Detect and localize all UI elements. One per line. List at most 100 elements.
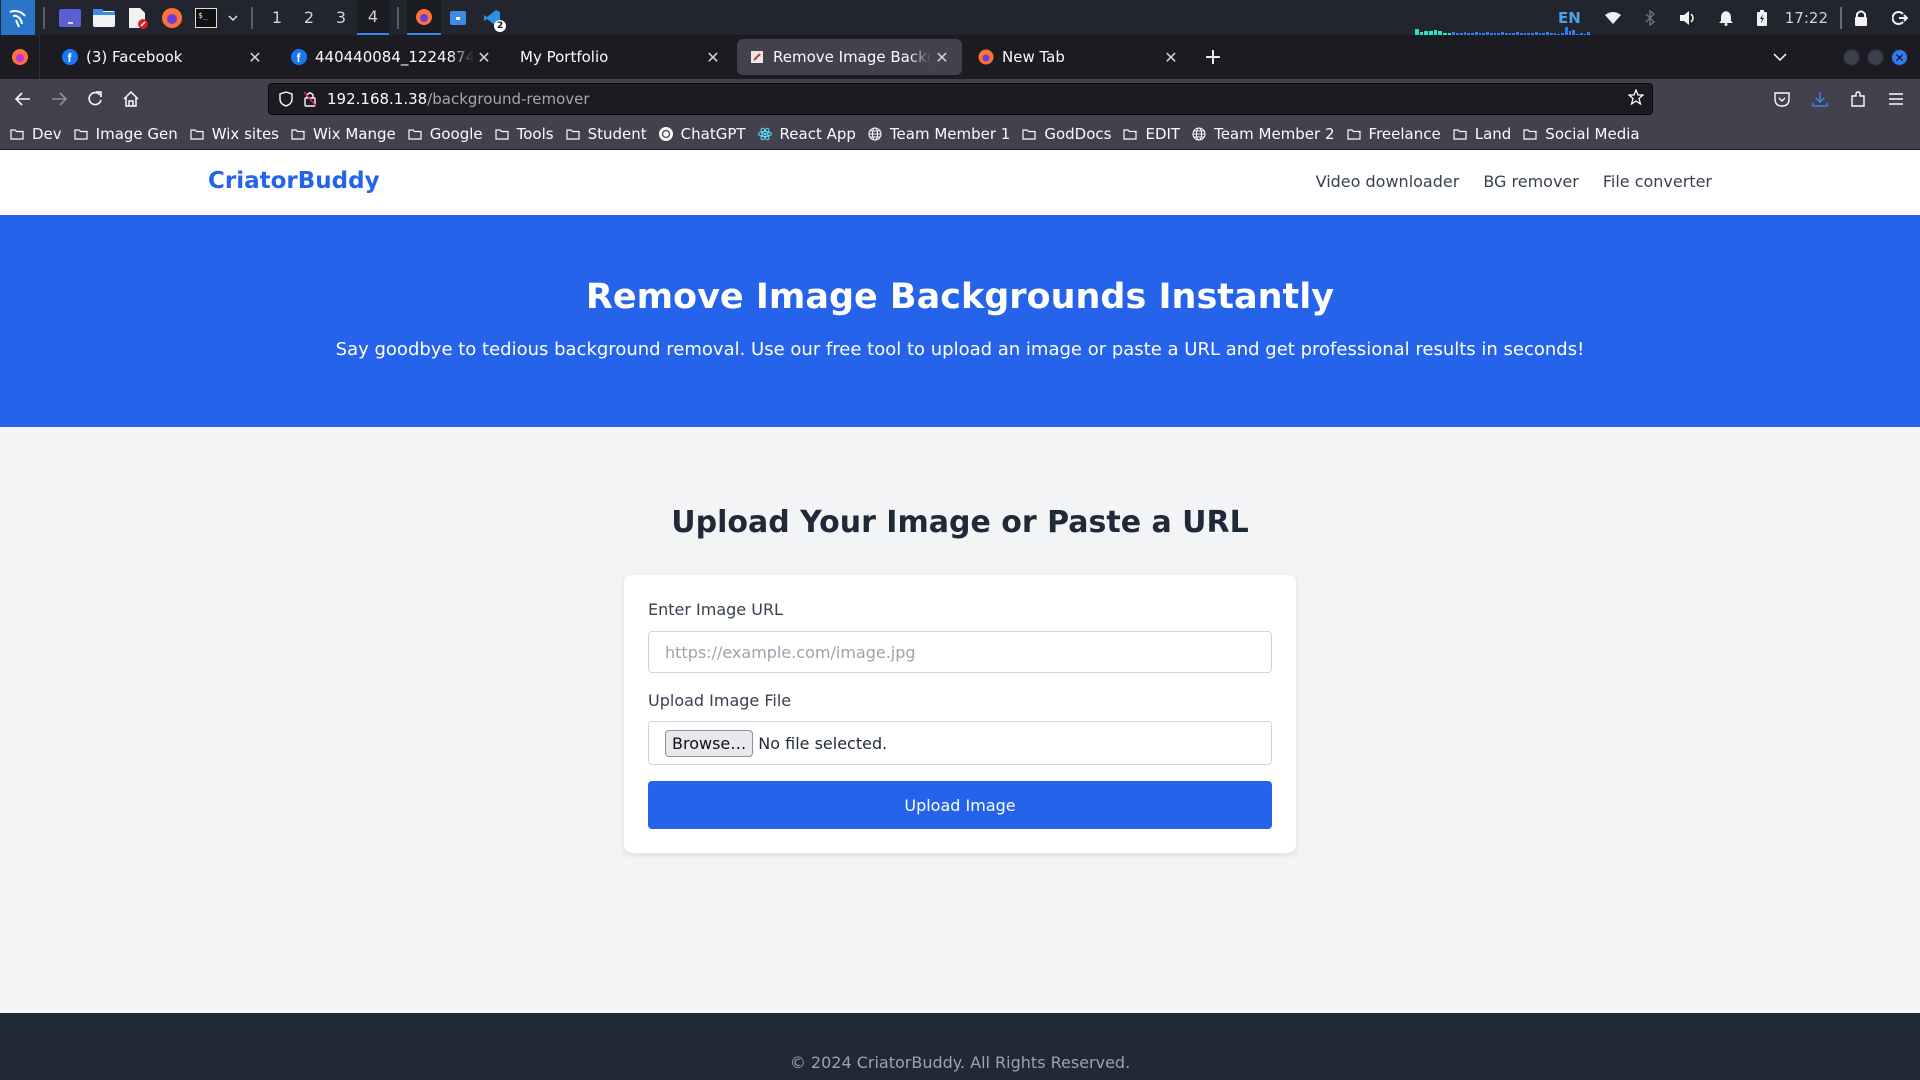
wifi-icon[interactable] [1593,0,1633,35]
bookmark-react-app[interactable]: React App [757,125,856,143]
firefox-icon[interactable] [155,0,189,35]
bookmark-google[interactable]: Google [408,125,483,143]
tab-remove-image-background[interactable]: Remove Image Background ✕ [737,39,962,75]
tab-title: Remove Image Background [773,48,932,66]
terminal-icon[interactable]: $_ [189,0,223,35]
page-favicon-icon [749,49,765,65]
workspace-3[interactable]: 3 [325,0,357,35]
notification-bell-icon[interactable] [1707,0,1745,35]
chatgpt-icon [658,127,677,141]
folder-icon [1523,128,1541,140]
desktop-icon[interactable] [53,0,87,35]
forward-button[interactable] [42,83,76,115]
logout-icon[interactable] [1880,0,1920,35]
home-button[interactable] [114,83,148,115]
bookmark-dev[interactable]: Dev [10,125,62,143]
close-window-button[interactable]: ✕ [1891,49,1908,66]
text-editor-icon[interactable] [121,0,155,35]
file-window-icon[interactable] [441,0,475,35]
reload-button[interactable] [78,83,112,115]
bookmark-chatgpt[interactable]: ChatGPT [658,125,746,143]
bookmark-label: Tools [516,125,554,143]
nav-link-video-downloader[interactable]: Video downloader [1316,172,1460,191]
folder-icon [1123,128,1141,140]
file-upload-input[interactable]: Browse… No file selected. [648,721,1272,765]
tab-facebook-image[interactable]: f 440440084_1224874608 ✕ [279,39,504,75]
site-logo[interactable]: CriatorBuddy [208,168,380,194]
globe-icon [1192,127,1210,141]
app-menu-icon[interactable] [1878,83,1914,115]
folder-icon [74,128,92,140]
address-bar[interactable]: 192.168.1.38/background-remover [268,83,1653,115]
facebook-icon: f [291,49,307,65]
battery-icon[interactable] [1745,0,1779,35]
folder-icon [291,128,309,140]
insecure-lock-icon[interactable] [303,91,317,107]
close-tab-icon[interactable]: ✕ [474,48,494,67]
clock[interactable]: 17:22 [1779,0,1840,35]
upload-image-button[interactable]: Upload Image [648,781,1272,829]
bookmark-label: GodDocs [1044,125,1112,143]
close-tab-icon[interactable]: ✕ [1161,48,1181,67]
kali-menu-icon[interactable] [1,0,35,35]
bookmark-goddocs[interactable]: GodDocs [1022,125,1111,143]
close-tab-icon[interactable]: ✕ [245,48,265,67]
file-manager-icon[interactable] [87,0,121,35]
taskbar-separator [251,6,253,29]
upload-form-card: Enter Image URL Upload Image File Browse… [624,575,1296,853]
lock-icon[interactable] [1842,0,1880,35]
back-button[interactable] [6,83,40,115]
nav-link-file-converter[interactable]: File converter [1603,172,1712,191]
bookmark-tools[interactable]: Tools [495,125,554,143]
image-url-input[interactable] [648,631,1272,673]
bookmark-wix-mange[interactable]: Wix Mange [291,125,396,143]
extensions-icon[interactable] [1840,83,1876,115]
chevron-down-icon[interactable] [223,0,243,35]
bookmark-wix-sites[interactable]: Wix sites [190,125,279,143]
workspace-4[interactable]: 4 [357,0,389,35]
volume-icon[interactable] [1667,0,1707,35]
bookmark-label: Google [429,125,483,143]
firefox-window-icon[interactable] [407,0,441,35]
bookmark-label: ChatGPT [680,125,746,143]
folder-icon [190,128,208,140]
downloads-icon[interactable] [1802,83,1838,115]
close-tab-icon[interactable]: ✕ [703,48,723,67]
folder-icon [495,128,513,140]
site-header: CriatorBuddy Video downloader BG remover… [0,150,1920,215]
folder-icon [565,128,584,140]
bookmark-freelance[interactable]: Freelance [1346,125,1441,143]
bookmark-edit[interactable]: EDIT [1123,125,1180,143]
tracking-protection-shield-icon[interactable] [279,91,293,107]
minimize-window-button[interactable] [1843,49,1860,66]
bookmark-label: Image Gen [95,125,178,143]
vscode-icon[interactable]: 2 [475,0,509,35]
keyboard-layout[interactable]: EN [1546,0,1593,35]
bookmark-social-media[interactable]: Social Media [1523,125,1640,143]
firefox-view-icon[interactable] [0,35,40,79]
bookmark-label: Student [587,125,647,143]
maximize-window-button[interactable] [1867,49,1884,66]
new-tab-button[interactable]: + [1195,39,1231,75]
file-status-text: No file selected. [758,733,888,753]
nav-link-bg-remover[interactable]: BG remover [1483,172,1579,191]
folder-icon [10,128,28,140]
bookmark-land[interactable]: Land [1453,125,1511,143]
browse-button[interactable]: Browse… [665,729,754,757]
tab-facebook[interactable]: f (3) Facebook ✕ [50,39,275,75]
list-all-tabs-icon[interactable] [1765,35,1795,79]
bookmark-image-gen[interactable]: Image Gen [74,125,178,143]
bookmark-star-icon[interactable] [1627,88,1645,109]
workspace-1[interactable]: 1 [261,0,293,35]
bookmark-team-member-1[interactable]: Team Member 1 [868,125,1010,143]
workspace-2[interactable]: 2 [293,0,325,35]
pocket-icon[interactable] [1764,83,1800,115]
bookmark-team-member-2[interactable]: Team Member 2 [1192,125,1335,143]
folder-icon [1022,128,1040,140]
close-tab-icon[interactable]: ✕ [932,48,952,67]
tab-new-tab[interactable]: New Tab ✕ [966,39,1191,75]
folder-icon [408,128,426,140]
bookmark-student[interactable]: Student [565,125,647,143]
tab-my-portfolio[interactable]: My Portfolio ✕ [508,39,733,75]
bluetooth-icon[interactable] [1633,0,1667,35]
